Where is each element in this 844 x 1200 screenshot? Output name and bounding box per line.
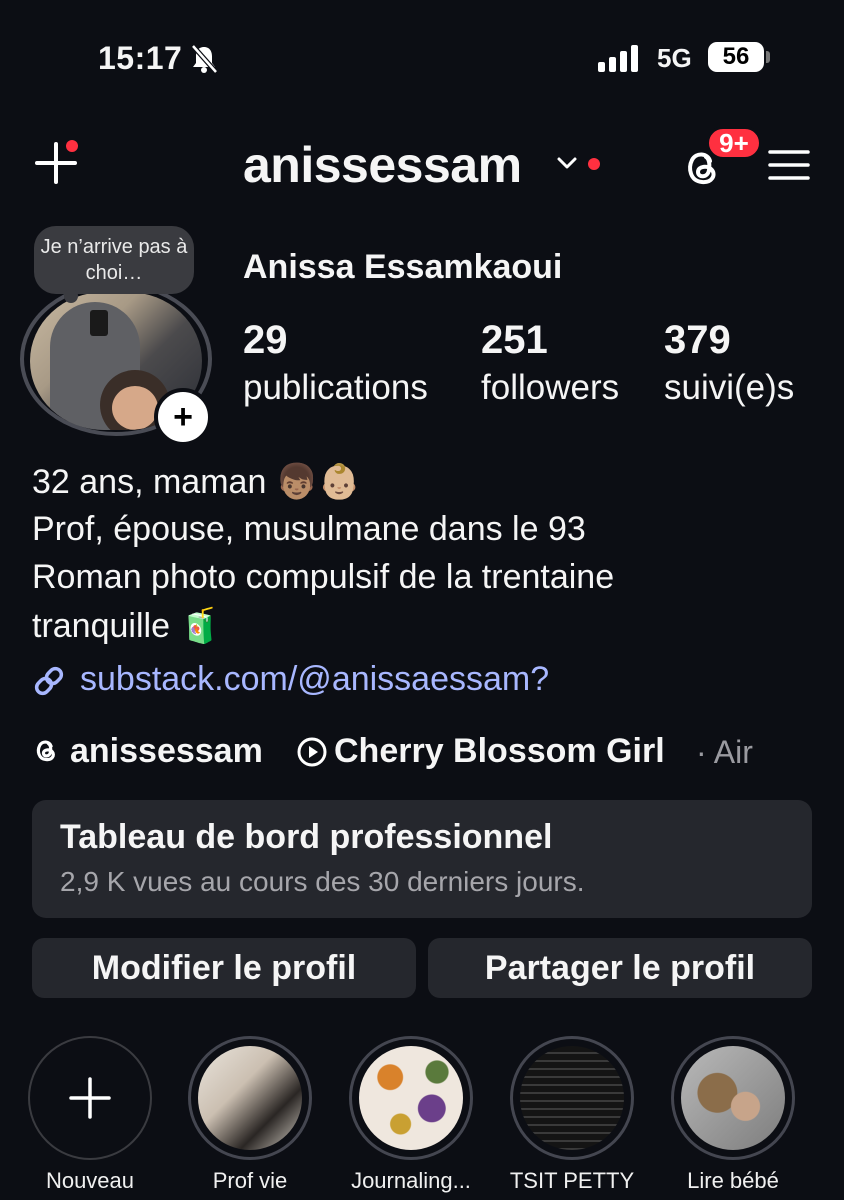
link-icon xyxy=(34,666,64,696)
edit-profile-button[interactable]: Modifier le profil xyxy=(32,938,416,998)
highlight-label: Prof vie xyxy=(212,1168,288,1193)
notification-badge: 9+ xyxy=(706,126,762,160)
share-profile-button[interactable]: Partager le profil xyxy=(428,938,812,998)
profile-song-title[interactable]: Cherry Blossom Girl xyxy=(334,732,665,771)
add-story-button[interactable]: + xyxy=(154,388,212,446)
battery-icon: 56 xyxy=(708,42,764,72)
plus-icon xyxy=(69,1077,111,1119)
highlight-cover-journaling[interactable] xyxy=(359,1046,463,1150)
posts-count[interactable]: 29 xyxy=(243,318,288,363)
menu-icon[interactable] xyxy=(768,148,810,182)
network-type: 5G xyxy=(657,43,692,73)
highlight-label: Lire bébé xyxy=(687,1168,779,1193)
note-bubble-tail xyxy=(64,289,78,303)
bio-line: Prof, épouse, musulmane dans le 93 xyxy=(32,510,586,548)
threads-handle[interactable]: anissessam xyxy=(70,732,263,771)
create-notification-dot xyxy=(66,140,78,152)
highlight-label: Journaling... xyxy=(351,1168,471,1193)
bio-line: Roman photo compulsif de la trentaine xyxy=(32,558,615,596)
music-play-icon[interactable] xyxy=(296,736,328,768)
highlight-cover-tsit-petty[interactable] xyxy=(520,1046,624,1150)
dashboard-title: Tableau de bord professionnel xyxy=(60,818,553,856)
bio-line: tranquille 🧃 xyxy=(32,607,222,645)
account-notification-dot xyxy=(588,158,600,170)
dashboard-subtitle: 2,9 K vues au cours des 30 derniers jour… xyxy=(60,866,585,897)
highlight-label: TSIT PETTY xyxy=(509,1168,635,1193)
bio-line: 32 ans, maman 👦🏽👶🏼 xyxy=(32,463,361,501)
highlight-label: Nouveau xyxy=(45,1168,135,1193)
signal-icon xyxy=(598,44,642,72)
threads-small-icon[interactable] xyxy=(32,736,60,764)
followers-count[interactable]: 251 xyxy=(481,318,548,363)
posts-label[interactable]: publications xyxy=(243,368,428,408)
highlight-cover-prof-vie[interactable] xyxy=(198,1046,302,1150)
profile-full-name: Anissa Essamkaoui xyxy=(243,248,563,286)
profile-song-artist: · Air xyxy=(696,734,753,770)
following-count[interactable]: 379 xyxy=(664,318,731,363)
highlight-cover-lire-bebe[interactable] xyxy=(681,1046,785,1150)
profile-link[interactable]: substack.com/@anissaessam? xyxy=(80,660,549,699)
following-label[interactable]: suivi(e)s xyxy=(664,368,794,408)
chevron-down-icon[interactable] xyxy=(556,156,578,170)
followers-label[interactable]: followers xyxy=(481,368,619,408)
status-time: 15:17 xyxy=(98,40,183,76)
header-username[interactable]: anissessam xyxy=(243,136,522,194)
note-bubble[interactable]: Je n’arrive pas à choi… xyxy=(34,226,194,294)
battery-tip xyxy=(766,51,770,63)
new-highlight-button[interactable] xyxy=(28,1036,152,1160)
bell-muted-icon xyxy=(191,44,218,74)
